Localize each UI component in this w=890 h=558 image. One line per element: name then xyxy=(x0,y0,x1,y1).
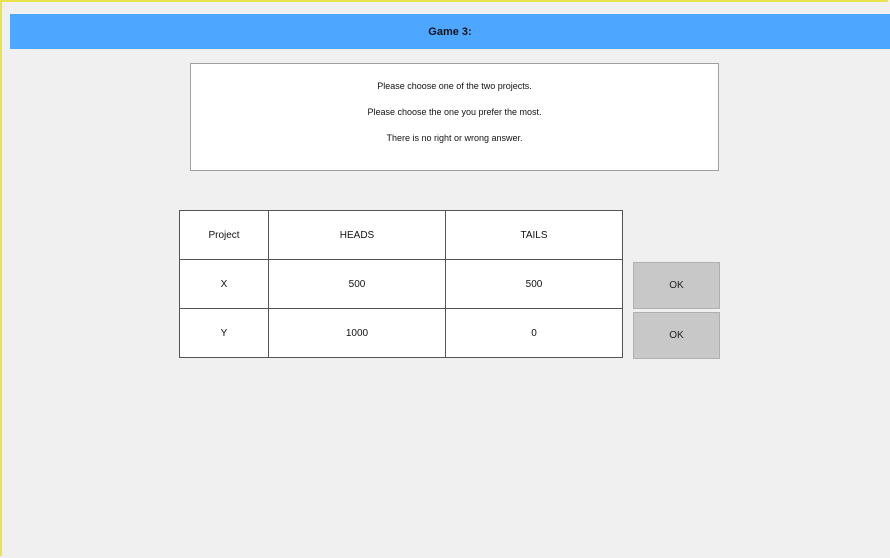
ok-button-y[interactable]: OK xyxy=(633,312,720,359)
project-x-label: X xyxy=(179,259,269,309)
instructions-panel: Please choose one of the two projects. P… xyxy=(190,63,719,171)
instruction-line-3: There is no right or wrong answer. xyxy=(386,133,523,143)
table-row: X 500 500 xyxy=(179,259,623,309)
header-project: Project xyxy=(179,210,269,260)
project-x-tails: 500 xyxy=(445,259,623,309)
header-bar: Game 3: xyxy=(10,14,890,49)
instruction-line-1: Please choose one of the two projects. xyxy=(377,81,532,91)
game-title: Game 3: xyxy=(428,25,472,38)
project-x-heads: 500 xyxy=(268,259,446,309)
header-heads: HEADS xyxy=(268,210,446,260)
table-header-row: Project HEADS TAILS xyxy=(179,210,623,260)
instruction-line-2: Please choose the one you prefer the mos… xyxy=(367,107,542,117)
projects-table: Project HEADS TAILS X 500 500 Y 1000 0 xyxy=(179,210,623,358)
project-y-heads: 1000 xyxy=(268,308,446,358)
project-y-label: Y xyxy=(179,308,269,358)
table-row: Y 1000 0 xyxy=(179,308,623,358)
project-y-tails: 0 xyxy=(445,308,623,358)
header-tails: TAILS xyxy=(445,210,623,260)
ok-button-x[interactable]: OK xyxy=(633,262,720,309)
